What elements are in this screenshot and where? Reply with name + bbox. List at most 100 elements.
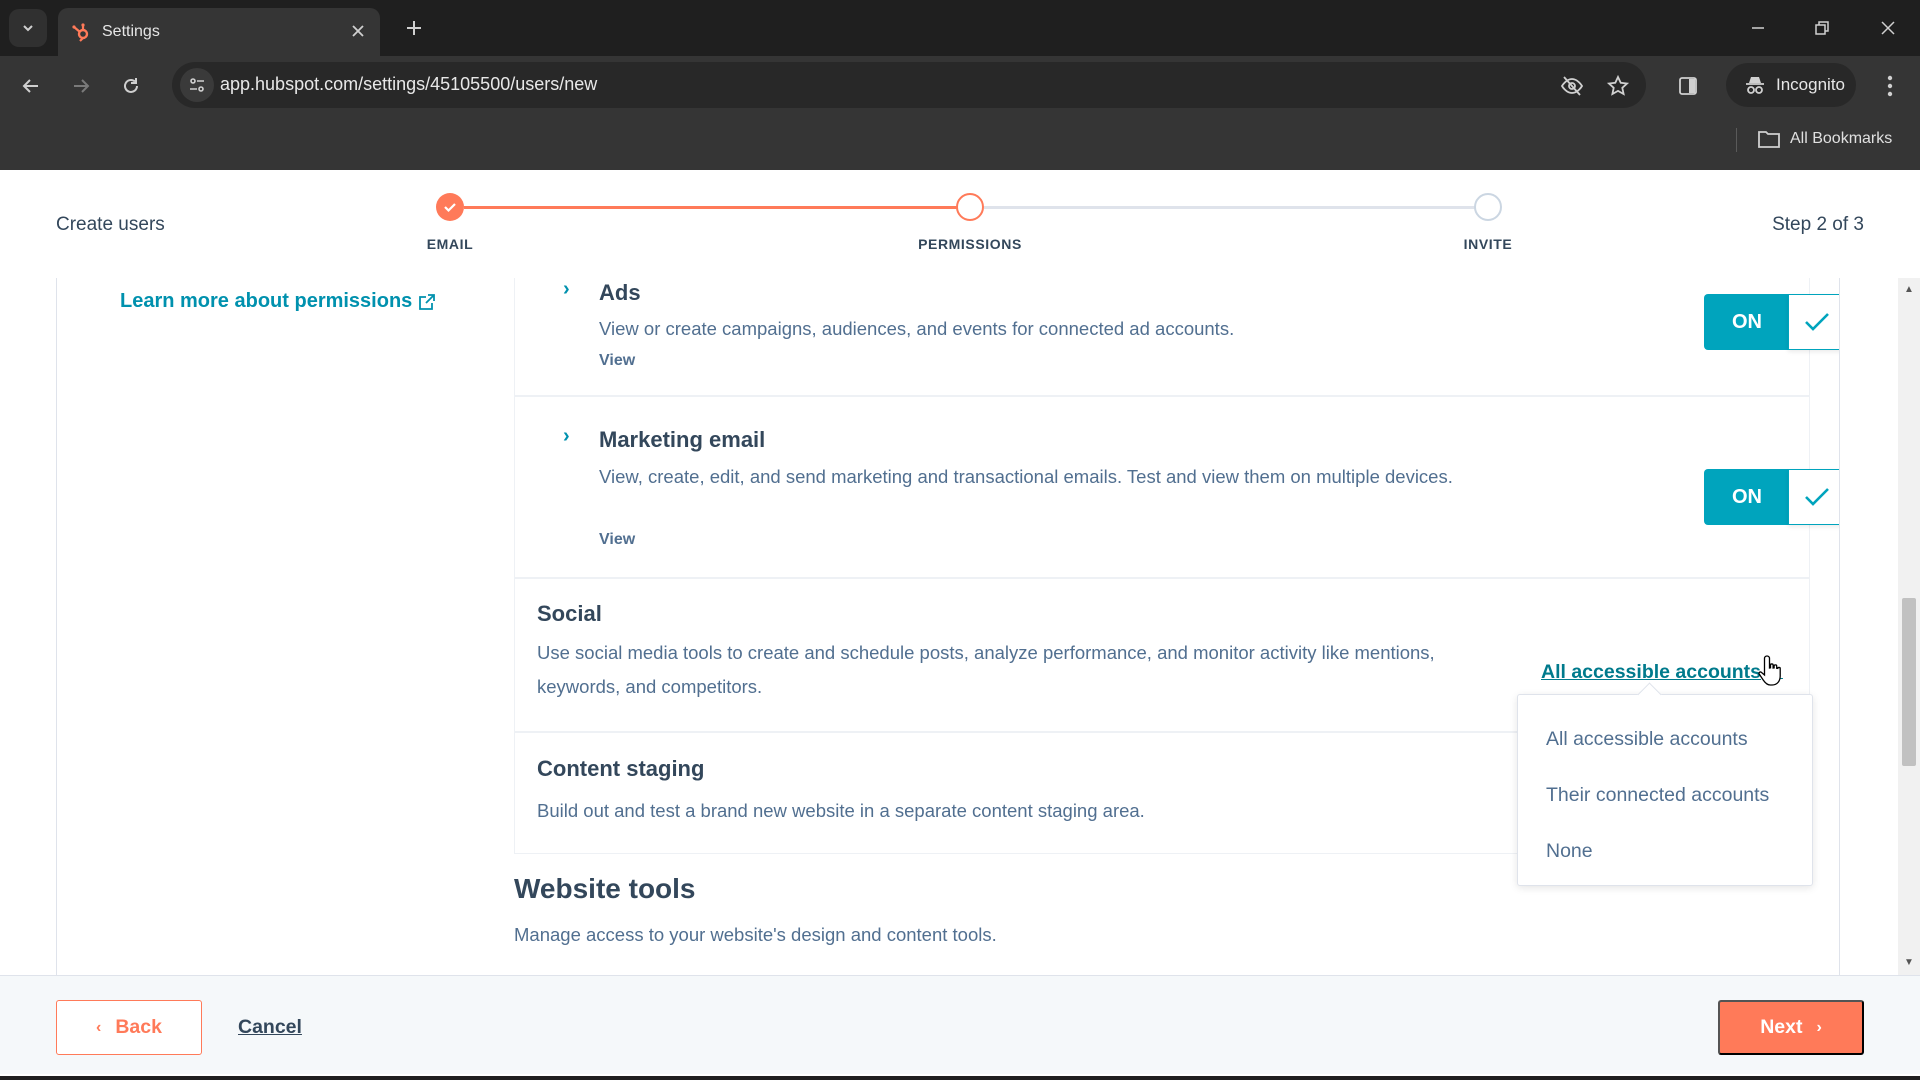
step-counter: Step 2 of 3 <box>1772 214 1864 235</box>
address-bar[interactable]: app.hubspot.com/settings/45105500/users/… <box>172 62 1646 108</box>
chevron-down-icon <box>23 25 33 32</box>
restore-icon <box>1815 21 1829 35</box>
permission-description: View or create campaigns, audiences, and… <box>599 318 1235 339</box>
permission-description: View, create, edit, and send marketing a… <box>599 466 1453 487</box>
toggle-on-label: ON <box>1704 294 1790 350</box>
page-scrollbar[interactable]: ▲ ▼ <box>1898 278 1920 975</box>
permissions-content: Learn more about permissions › Ads View … <box>56 278 1840 975</box>
permission-access-level: View <box>599 352 636 369</box>
back-nav-button[interactable] <box>14 69 48 103</box>
step-permissions-dot <box>956 193 984 221</box>
close-icon <box>1881 21 1895 35</box>
external-link-icon <box>419 293 436 310</box>
expand-chevron-icon[interactable]: › <box>563 278 570 301</box>
checkmark-icon <box>444 203 456 213</box>
cancel-link[interactable]: Cancel <box>238 1016 302 1039</box>
plus-icon <box>407 21 421 35</box>
step-permissions-label: PERMISSIONS <box>918 236 1022 252</box>
learn-more-label: Learn more about permissions <box>120 290 413 312</box>
tab-search-button[interactable] <box>9 9 47 47</box>
incognito-icon <box>1746 77 1764 94</box>
wizard-footer: ‹ Back Cancel Next › <box>0 975 1920 1074</box>
chevron-left-icon: ‹ <box>96 1018 102 1036</box>
step-invite-label: INVITE <box>1463 236 1513 252</box>
side-panel-button[interactable] <box>1674 74 1702 98</box>
back-button[interactable]: ‹ Back <box>56 1000 202 1055</box>
kebab-icon <box>1887 75 1893 97</box>
toggle-knob <box>1788 469 1839 525</box>
toggle-on-label: ON <box>1704 469 1790 525</box>
website-tools-description: Manage access to your website's design a… <box>514 924 997 945</box>
all-bookmarks-label: All Bookmarks <box>1790 130 1893 147</box>
browser-tabstrip: Settings <box>0 0 1920 56</box>
dropdown-option[interactable]: None <box>1518 823 1812 879</box>
arrow-right-icon <box>74 79 90 93</box>
stepper-progress-line <box>464 206 970 209</box>
site-info-button[interactable] <box>180 68 214 102</box>
tab-title: Settings <box>102 23 160 40</box>
bookmarks-bar: All Bookmarks <box>0 114 1920 170</box>
tune-icon <box>190 78 204 92</box>
wizard-title: Create users <box>56 214 165 235</box>
incognito-indicator[interactable]: Incognito <box>1726 63 1856 107</box>
step-email-dot[interactable] <box>436 193 464 221</box>
next-button[interactable]: Next › <box>1718 1000 1864 1055</box>
scroll-up-arrow[interactable]: ▲ <box>1903 284 1915 296</box>
checkmark-icon <box>1805 313 1829 331</box>
content-staging-description: Build out and test a brand new website i… <box>537 800 1145 821</box>
incognito-label: Incognito <box>1776 75 1845 94</box>
side-panel-icon <box>1679 77 1697 95</box>
close-icon <box>352 24 364 37</box>
minimize-button[interactable] <box>1738 10 1778 46</box>
folder-icon <box>1758 131 1780 148</box>
social-description: Use social media tools to create and sch… <box>537 642 1435 697</box>
social-access-dropdown[interactable]: All accessible accounts ▼ <box>1541 661 1783 684</box>
eye-off-icon <box>1560 76 1584 96</box>
dropdown-option[interactable]: Their connected accounts <box>1518 767 1812 823</box>
scrollbar-thumb[interactable] <box>1902 598 1916 766</box>
browser-menu-button[interactable] <box>1876 70 1904 102</box>
all-bookmarks-button[interactable]: All Bookmarks <box>1758 130 1892 148</box>
step-email-label: EMAIL <box>426 236 474 252</box>
tracking-protection-button[interactable] <box>1558 72 1586 100</box>
permission-card-ads: › Ads View or create campaigns, audience… <box>514 278 1839 396</box>
bookmarks-divider <box>1736 128 1737 152</box>
scroll-down-arrow[interactable]: ▼ <box>1903 957 1915 969</box>
next-label: Next <box>1760 1016 1803 1038</box>
reload-button[interactable] <box>114 69 148 103</box>
star-icon <box>1606 74 1630 96</box>
hand-cursor-icon <box>1758 655 1781 686</box>
learn-more-permissions-link[interactable]: Learn more about permissions <box>120 290 436 313</box>
content-staging-title: Content staging <box>537 756 705 781</box>
checkmark-icon <box>1805 488 1829 506</box>
permission-access-level: View <box>599 531 636 548</box>
toggle-knob <box>1788 294 1839 350</box>
bookmark-star-button[interactable] <box>1604 72 1632 100</box>
ads-toggle[interactable]: ON <box>1704 294 1839 350</box>
step-invite-dot <box>1474 193 1502 221</box>
permission-title: Marketing email <box>599 427 766 452</box>
expand-chevron-icon[interactable]: › <box>563 425 570 448</box>
permission-card-marketing-email: › Marketing email View, create, edit, an… <box>514 396 1839 578</box>
permission-title: Ads <box>599 280 641 305</box>
back-label: Back <box>115 1016 162 1038</box>
marketing-email-toggle[interactable]: ON <box>1704 469 1839 525</box>
social-access-menu: All accessible accounts Their connected … <box>1517 694 1813 886</box>
new-tab-button[interactable] <box>398 12 430 44</box>
website-tools-heading: Website tools <box>514 873 696 904</box>
social-title: Social <box>537 601 602 626</box>
minimize-icon <box>1752 27 1764 29</box>
url-text[interactable]: app.hubspot.com/settings/45105500/users/… <box>220 74 597 95</box>
browser-tab-settings[interactable]: Settings <box>58 8 380 56</box>
hubspot-page: Create users EMAIL PERMISSIONS INVITE St… <box>0 170 1920 1080</box>
forward-nav-button[interactable] <box>64 69 98 103</box>
wizard-header: Create users EMAIL PERMISSIONS INVITE St… <box>0 170 1920 278</box>
restore-button[interactable] <box>1802 10 1842 46</box>
close-window-button[interactable] <box>1868 10 1908 46</box>
stepper-remaining-line <box>984 206 1486 209</box>
social-selected-value: All accessible accounts <box>1541 661 1762 683</box>
reload-icon <box>124 78 138 93</box>
dropdown-option[interactable]: All accessible accounts <box>1518 711 1812 767</box>
chevron-right-icon: › <box>1816 1018 1822 1036</box>
close-tab-button[interactable] <box>344 22 372 43</box>
